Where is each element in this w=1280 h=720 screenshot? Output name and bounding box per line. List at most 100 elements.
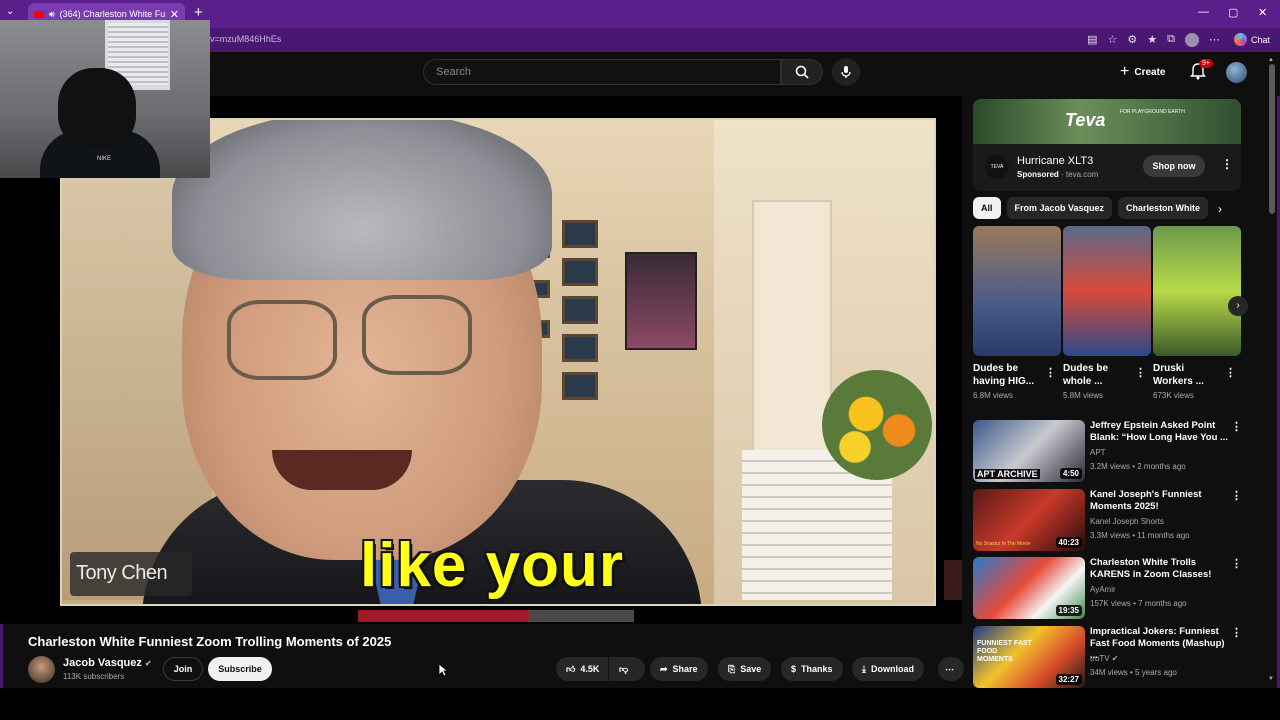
maximize-button[interactable]: ▢ — [1228, 6, 1238, 19]
filter-chips: All From Jacob Vasquez Charleston White — [973, 197, 1209, 219]
bookmark-icon: ⎘ — [728, 663, 736, 674]
url-field[interactable]: v=mzuM846HhEs — [210, 34, 281, 44]
new-tab-button[interactable]: + — [194, 4, 203, 21]
short-menu-icon[interactable]: ⋮ — [1045, 366, 1056, 379]
short-thumbnail[interactable] — [1063, 226, 1151, 356]
reader-icon[interactable]: ▤ — [1087, 33, 1097, 47]
thanks-button[interactable]: $ Thanks — [781, 657, 843, 681]
recommended-video[interactable]: 19:35 Charleston White Trolls KARENS in … — [973, 557, 1243, 619]
save-label: Save — [740, 664, 762, 674]
short-views: 5.8M views — [1063, 391, 1104, 400]
video-menu-icon[interactable]: ⋮ — [1231, 420, 1242, 433]
youtube-favicon-icon — [34, 10, 44, 18]
ad-advertiser-logo[interactable]: TEVA — [985, 155, 1009, 179]
favorite-star-icon[interactable]: ☆ — [1108, 33, 1118, 47]
video-channel[interactable]: AyAmir — [1090, 585, 1116, 594]
video-progress-bar[interactable] — [358, 610, 634, 622]
video-thumbnail[interactable]: FUNNIEST FAST FOOD MOMENTS 32:27 — [973, 626, 1085, 688]
profile-avatar[interactable] — [1185, 33, 1199, 47]
more-icon[interactable]: ⋯ — [1209, 33, 1220, 47]
video-menu-icon[interactable]: ⋮ — [1231, 626, 1242, 639]
dislike-button[interactable]: 👎︎ — [609, 657, 645, 681]
create-button[interactable]: + Create — [1120, 63, 1165, 81]
short-menu-icon[interactable]: ⋮ — [1135, 366, 1146, 379]
video-thumbnail[interactable]: No Snacks In The Movie 40:23 — [973, 489, 1085, 551]
shorts-next-button[interactable]: › — [1228, 296, 1248, 316]
chips-next-icon[interactable]: › — [1218, 202, 1222, 216]
video-thumbnail[interactable]: 19:35 — [973, 557, 1085, 619]
ad-title[interactable]: Hurricane XLT3 — [1017, 155, 1093, 167]
video-title[interactable]: Jeffrey Epstein Asked Point Blank: “How … — [1090, 420, 1230, 444]
channel-avatar[interactable] — [28, 656, 55, 683]
close-window-button[interactable]: ✕ — [1258, 6, 1267, 19]
recommended-video[interactable]: No Snacks In The Movie 40:23 Kanel Josep… — [973, 489, 1243, 551]
scroll-down-arrow-icon[interactable]: ▼ — [1268, 676, 1274, 682]
short-menu-icon[interactable]: ⋮ — [1225, 366, 1236, 379]
channel-name[interactable]: Jacob Vasquez ✔ — [63, 657, 152, 669]
copilot-icon — [1233, 33, 1247, 46]
subscribe-button[interactable]: Subscribe — [208, 657, 272, 681]
webcam-person-head — [58, 68, 136, 148]
minimize-button[interactable]: — — [1198, 6, 1209, 18]
short-item[interactable]: Dudes be whole ... 5.8M views ⋮ — [1063, 226, 1151, 400]
more-actions-button[interactable]: ⋯ — [938, 657, 964, 681]
short-title[interactable]: Druski Workers ... — [1153, 362, 1223, 388]
video-channel[interactable]: APT — [1090, 448, 1106, 457]
save-button[interactable]: ⎘ Save — [718, 657, 772, 681]
tab-list-icon[interactable]: ⌄ — [6, 6, 14, 17]
video-title[interactable]: Kanel Joseph's Funniest Moments 2025! — [1090, 489, 1230, 513]
favorites-icon[interactable]: ★ — [1147, 33, 1157, 47]
extensions-icon[interactable]: ⚙ — [1127, 33, 1137, 47]
short-thumbnail[interactable] — [1153, 226, 1241, 356]
search-input[interactable]: Search — [423, 59, 781, 85]
ad-domain: teva.com — [1065, 170, 1099, 179]
audio-icon[interactable]: 🔊︎ — [49, 9, 55, 20]
subscriber-count: 113K subscribers — [63, 672, 125, 681]
download-button[interactable]: ⤓ Download — [852, 657, 924, 681]
video-channel[interactable]: truTV ✔ — [1090, 654, 1119, 663]
video-channel-name[interactable]: truTV — [1090, 654, 1110, 663]
voice-search-button[interactable] — [832, 58, 860, 86]
collections-icon[interactable]: ⧉ — [1167, 33, 1175, 47]
page-scrollbar[interactable] — [1268, 56, 1276, 686]
short-thumbnail[interactable] — [973, 226, 1061, 356]
plus-icon: + — [1120, 63, 1130, 80]
scroll-up-arrow-icon[interactable]: ▲ — [1268, 57, 1274, 63]
video-menu-icon[interactable]: ⋮ — [1231, 489, 1242, 502]
search-button[interactable] — [781, 59, 823, 85]
chat-button[interactable]: Chat — [1233, 33, 1270, 46]
chip-charleston-white[interactable]: Charleston White — [1118, 197, 1209, 219]
ad-banner-image[interactable]: Teva FOR PLAYGROUND EARTH — [973, 99, 1241, 144]
video-duration: 19:35 — [1055, 605, 1082, 616]
like-button[interactable]: 👍︎ 4.5K — [556, 657, 608, 681]
video-thumbnail[interactable]: APT ARCHIVE 4:50 — [973, 420, 1085, 482]
chip-all[interactable]: All — [973, 197, 1001, 219]
cursor-arrow-icon — [438, 663, 448, 677]
share-button[interactable]: ➦ Share — [650, 657, 708, 681]
video-channel[interactable]: Kanel Joseph Shorts — [1090, 517, 1164, 526]
verified-icon: ✔ — [1111, 654, 1119, 663]
tab-close-icon[interactable]: ✕ — [170, 8, 179, 21]
short-item[interactable]: Dudes be having HIG... 6.8M views ⋮ — [973, 226, 1061, 400]
glasses-left-lens — [227, 300, 337, 380]
short-title[interactable]: Dudes be having HIG... — [973, 362, 1043, 388]
scrollbar-thumb[interactable] — [1269, 64, 1275, 214]
chip-from-channel[interactable]: From Jacob Vasquez — [1006, 197, 1113, 219]
recommended-video[interactable]: APT ARCHIVE 4:50 Jeffrey Epstein Asked P… — [973, 420, 1243, 482]
sponsored-ad-card[interactable]: Teva FOR PLAYGROUND EARTH TEVA Hurricane… — [973, 99, 1241, 191]
video-menu-icon[interactable]: ⋮ — [1231, 557, 1242, 570]
join-button[interactable]: Join — [163, 657, 203, 681]
verified-icon: ✔ — [144, 659, 152, 668]
short-title[interactable]: Dudes be whole ... — [1063, 362, 1133, 388]
shop-now-button[interactable]: Shop now — [1143, 155, 1205, 177]
video-title[interactable]: Charleston White Trolls KARENS in Zoom C… — [1090, 557, 1230, 581]
channel-name-text[interactable]: Jacob Vasquez — [63, 657, 142, 669]
account-avatar[interactable] — [1226, 62, 1247, 83]
short-item[interactable]: Druski Workers ... 673K views ⋮ — [1153, 226, 1241, 400]
flower-vase — [822, 370, 932, 480]
ad-menu-icon[interactable]: ⋮ — [1221, 157, 1233, 171]
video-frame[interactable]: Tony Chen like your — [60, 118, 936, 606]
zoom-nameplate: Tony Chen — [70, 552, 192, 596]
video-duration: 32:27 — [1055, 674, 1082, 685]
recommended-video[interactable]: FUNNIEST FAST FOOD MOMENTS 32:27 Impract… — [973, 626, 1243, 688]
